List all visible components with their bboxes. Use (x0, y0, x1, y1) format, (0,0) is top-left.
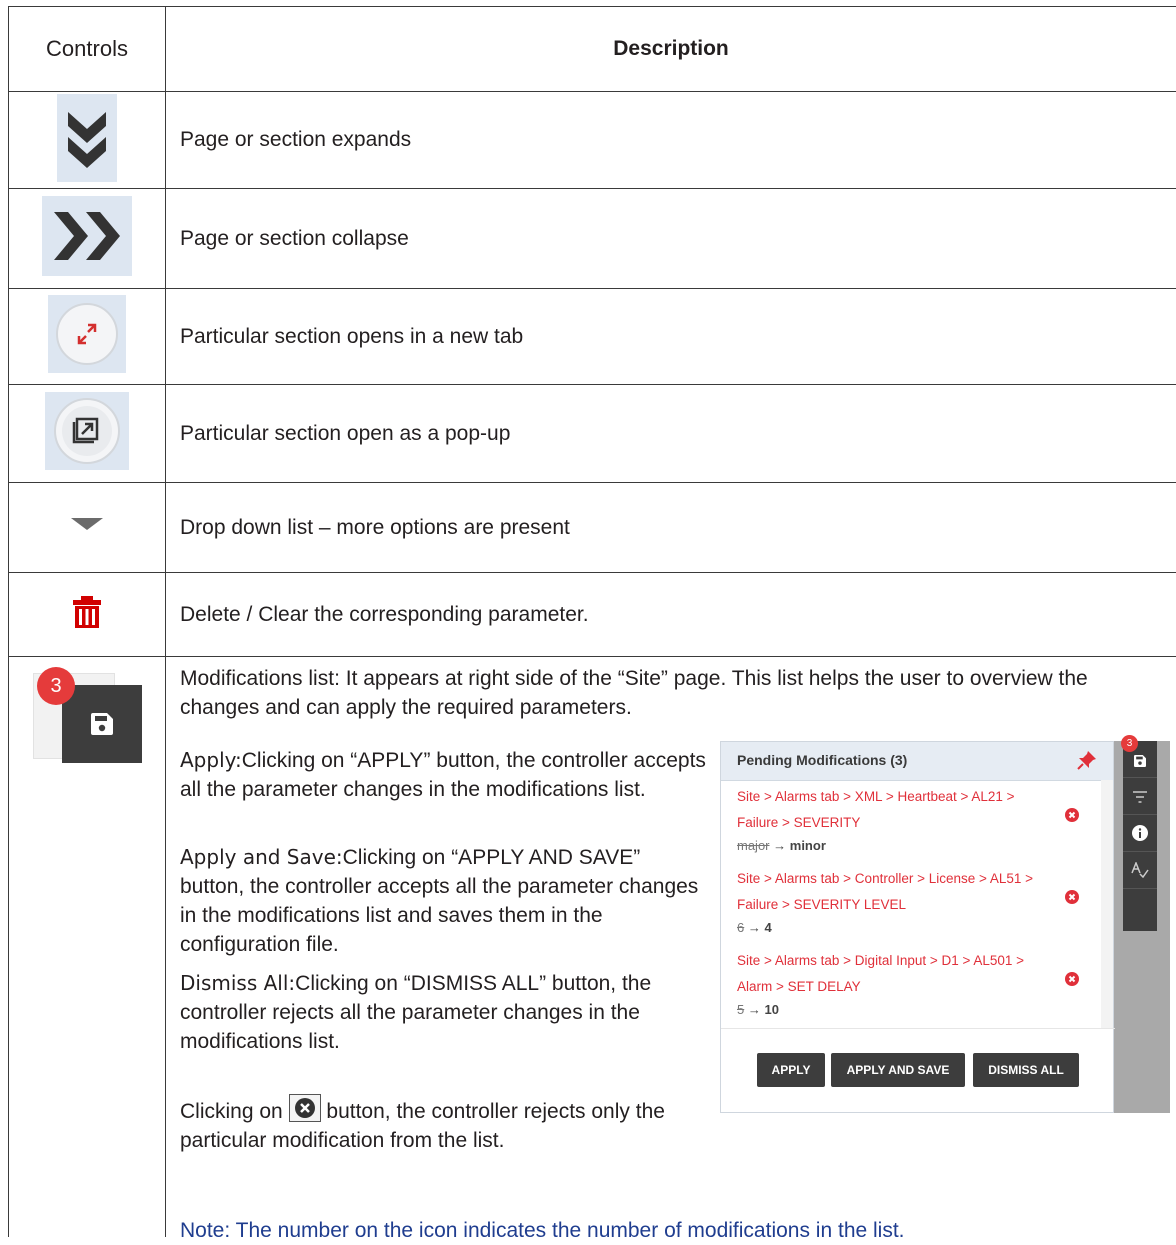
new-value: 4 (764, 920, 772, 935)
double-chevron-down-icon (57, 93, 117, 187)
clicking-prefix: Clicking on (180, 1100, 283, 1123)
filter-icon[interactable] (1123, 778, 1157, 815)
row-description: Delete / Clear the corresponding paramet… (165, 572, 1176, 657)
old-value: 6 (737, 920, 745, 935)
pending-item: Site > Alarms tab > XML > Heartbeat > AL… (737, 784, 1079, 856)
control-icon-cell (8, 572, 166, 657)
pin-icon[interactable] (1077, 750, 1097, 776)
control-icon-cell (8, 91, 166, 189)
table-header-row: Controls Description (8, 6, 1176, 92)
open-new-tab-icon (48, 295, 126, 378)
old-value: 5 (737, 1002, 745, 1017)
control-icon-cell: 3 (8, 656, 166, 1237)
controls-table: Controls Description Page or section exp… (8, 6, 1176, 1242)
pending-panel-title: Pending Modifications (3) (737, 752, 908, 768)
modifications-count-badge: 3 (37, 667, 75, 705)
modifications-intro-label: Modifications list (180, 667, 335, 690)
table-row: 3 Modifications list: It appears at righ… (8, 656, 1176, 1242)
rail-count-badge: 3 (1121, 735, 1138, 752)
arrow-icon: → (747, 920, 761, 935)
row-description: Particular section open as a pop-up (165, 384, 1176, 483)
pending-item-value: major → minor (737, 836, 1077, 856)
pending-item: Site > Alarms tab > Digital Input > D1 >… (737, 948, 1079, 1020)
apply-save-paragraph: Apply and Save:Clicking on “APPLY AND SA… (180, 843, 710, 959)
table-row: Particular section opens in a new tab (8, 288, 1176, 385)
dismiss-one-paragraph: Clicking on button, the controller rejec… (180, 1094, 710, 1155)
save-icon (62, 685, 142, 763)
row-description: Page or section collapse (165, 188, 1176, 289)
table-row: Particular section open as a pop-up (8, 384, 1176, 483)
pending-modifications-screenshot: Pending Modifications (3) Site > Alarms … (720, 735, 1170, 1115)
table-row: Drop down list – more options are presen… (8, 482, 1176, 573)
table-row: Page or section expands (8, 91, 1176, 189)
dismiss-label: Dismiss All: (180, 971, 296, 995)
spellcheck-icon[interactable] (1123, 852, 1157, 889)
apply-label: Apply: (180, 748, 242, 772)
dismiss-all-button[interactable]: DISMISS ALL (973, 1053, 1079, 1087)
table-row: Page or section collapse (8, 188, 1176, 289)
pending-item-path: Site > Alarms tab > XML > Heartbeat > AL… (737, 789, 1015, 804)
right-tool-rail: 3 (1121, 735, 1157, 931)
pending-item-path: Site > Alarms tab > Digital Input > D1 >… (737, 953, 1025, 968)
apply-paragraph: Apply:Clicking on “APPLY” button, the co… (180, 746, 710, 804)
remove-modification-icon[interactable] (1065, 804, 1079, 828)
row-description: Page or section expands (165, 91, 1176, 189)
row-description: Particular section opens in a new tab (165, 288, 1176, 385)
pending-item-path: Alarm > SET DELAY (737, 979, 861, 994)
pending-item: Site > Alarms tab > Controller > License… (737, 866, 1079, 938)
header-description: Description (165, 6, 1176, 92)
dismiss-paragraph: Dismiss All:Clicking on “DISMISS ALL” bu… (180, 969, 710, 1056)
modifications-description: Modifications list: It appears at right … (165, 656, 1176, 1242)
new-value: 10 (764, 1002, 779, 1017)
pending-list: Site > Alarms tab > XML > Heartbeat > AL… (721, 780, 1101, 1028)
old-value: major (737, 838, 770, 853)
new-value: minor (789, 838, 826, 853)
pending-item-path: Failure > SEVERITY LEVEL (737, 897, 906, 912)
arrow-icon: → (747, 1002, 761, 1017)
control-icon-cell (8, 188, 166, 289)
remove-modification-icon[interactable] (1065, 968, 1079, 992)
save-icon[interactable]: 3 (1121, 735, 1157, 778)
pending-item-value: 5 → 10 (737, 1000, 1077, 1020)
pending-item-path: Failure > SEVERITY (737, 815, 861, 830)
pending-list-scrollbar[interactable] (1101, 780, 1113, 1028)
apply-button[interactable]: APPLY (757, 1053, 825, 1087)
dropdown-triangle-icon (71, 518, 103, 537)
arrow-icon: → (773, 838, 787, 853)
note-text: Note: The number on the icon indicates t… (180, 1219, 905, 1242)
control-icon-cell (8, 288, 166, 385)
row-description: Drop down list – more options are presen… (165, 482, 1176, 573)
pending-buttons-bar: APPLY APPLY AND SAVE DISMISS ALL (721, 1028, 1115, 1115)
apply-text: Clicking on “APPLY” button, the controll… (180, 749, 706, 801)
info-icon[interactable] (1123, 815, 1157, 852)
apply-save-label: Apply and Save: (180, 845, 343, 869)
remove-modification-icon[interactable] (1065, 886, 1079, 910)
double-chevron-right-icon (42, 196, 132, 281)
open-popup-icon (45, 392, 129, 475)
trash-icon (73, 596, 101, 633)
control-icon-cell (8, 482, 166, 573)
control-icon-cell (8, 384, 166, 483)
pending-panel-header: Pending Modifications (3) (721, 742, 1113, 781)
pending-item-value: 6 → 4 (737, 918, 1077, 938)
modifications-intro: Modifications list: It appears at right … (180, 664, 1170, 722)
header-controls: Controls (8, 6, 166, 92)
table-row: Delete / Clear the corresponding paramet… (8, 572, 1176, 657)
apply-and-save-button[interactable]: APPLY AND SAVE (831, 1053, 965, 1087)
dismiss-one-icon (288, 1094, 321, 1122)
pending-modifications-panel: Pending Modifications (3) Site > Alarms … (720, 741, 1115, 1115)
pending-item-path: Site > Alarms tab > Controller > License… (737, 871, 1034, 886)
